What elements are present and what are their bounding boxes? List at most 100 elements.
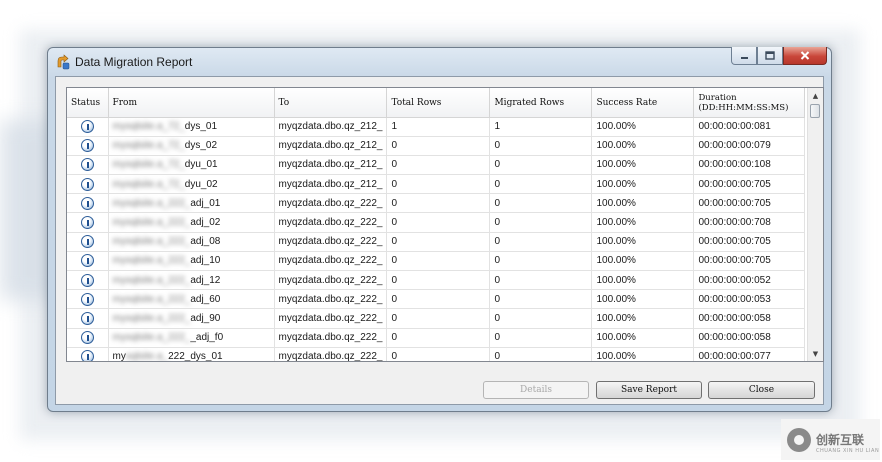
to-cell: myqzdata.dbo.qz_222_ [274,270,388,291]
from-redacted: mysqlsite.a_72_ [112,178,185,190]
title-bar[interactable]: Data Migration Report [48,47,831,76]
success-rate-cell: 100.00% [591,289,695,310]
table-row[interactable]: mysqlsite.a_72_dys_01 myqzdata.dbo.qz_212… [67,117,806,137]
table-row[interactable]: mysqlsite.a_222_adj_10 myqzdata.dbo.qz_22… [67,251,806,272]
info-icon [80,350,94,361]
from-cell: mysqlsite.a_72_dys_01 [108,117,275,137]
from-visible: adj_01 [190,197,221,209]
from-redacted: mysqlsite.a_72_ [112,121,185,133]
report-dialog: Data Migration Report Status From To Tot… [47,47,832,412]
results-body: mysqlsite.a_72_dys_01 myqzdata.dbo.qz_212… [67,117,806,362]
from-redacted: sqlsite.a_ [125,351,169,362]
table-row[interactable]: mysqlsite.a_222_adj_01 myqzdata.dbo.qz_22… [67,193,806,214]
to-cell: myqzdata.dbo.qz_222_ [274,232,388,252]
table-row[interactable]: mysqlsite.a_222_adj_60 myqzdata.dbo.qz_22… [67,289,806,310]
migrated-rows-cell: 0 [489,174,593,195]
info-icon [80,177,94,191]
to-cell: myqzdata.dbo.qz_212_ [274,155,388,176]
column-header-from[interactable]: From [108,88,275,118]
status-cell [67,193,109,214]
to-cell: myqzdata.dbo.qz_222_ [274,347,388,361]
from-cell: mysqlsite.a_222_adj_60 [108,289,275,310]
total-rows-cell: 0 [386,347,491,361]
table-row[interactable]: mysqlsite.a_222_adj_02 myqzdata.dbo.qz_22… [67,212,806,233]
to-cell: myqzdata.dbo.qz_222_ [274,289,388,310]
column-header-duration[interactable]: Duration (DD:HH:MM:SS:MS) [693,88,806,118]
status-cell [67,328,109,348]
migrated-rows-cell: 0 [489,212,593,233]
from-cell: mysqlsite.a_72_dyu_01 [108,155,275,176]
status-cell [67,136,109,156]
close-icon [800,51,810,60]
save-report-button[interactable]: Save Report [596,381,702,399]
table-row[interactable]: mysqlsite.a_222__adj_f0 myqzdata.dbo.qz_2… [67,328,806,348]
table-row[interactable]: mysqlsite.a_72_dyu_01 myqzdata.dbo.qz_212… [67,155,806,176]
column-header-to[interactable]: To [274,88,388,118]
duration-cell: 00:00:00:00:108 [693,155,806,176]
from-visible-prefix: my [112,351,126,362]
success-rate-cell: 100.00% [591,251,695,272]
table-row[interactable]: mysqlsite.a_222_adj_08 myqzdata.dbo.qz_22… [67,232,806,252]
status-cell [67,117,109,137]
table-row[interactable]: mysqlsite.a_222_adj_12 myqzdata.dbo.qz_22… [67,270,806,291]
total-rows-cell: 0 [386,308,491,329]
to-cell: myqzdata.dbo.qz_222_ [274,328,388,348]
total-rows-cell: 0 [386,174,491,195]
from-cell: mysqlsite.a_222_dys_01 [108,347,275,362]
duration-cell: 00:00:00:00:079 [693,136,806,156]
minimize-icon [740,56,748,59]
column-header-success-rate[interactable]: Success Rate [591,88,695,118]
from-visible: adj_02 [190,217,221,229]
from-redacted: mysqlsite.a_222_ [112,197,191,209]
minimize-button[interactable] [731,47,757,65]
migrated-rows-cell: 0 [489,155,593,176]
scroll-up-arrow-icon[interactable]: ▲ [808,88,823,103]
from-visible: adj_12 [190,274,221,286]
from-cell: mysqlsite.a_222_adj_90 [108,308,275,329]
status-cell [67,308,109,329]
status-cell [67,174,109,195]
total-rows-cell: 1 [386,117,491,137]
window-title: Data Migration Report [75,55,193,69]
duration-cell: 00:00:00:00:077 [693,347,806,361]
column-header-total-rows[interactable]: Total Rows [386,88,491,118]
migrated-rows-cell: 0 [489,347,593,361]
column-header-status[interactable]: Status [67,88,109,118]
from-visible: dyu_01 [184,159,218,171]
total-rows-cell: 0 [386,328,491,348]
scroll-thumb[interactable] [810,104,820,118]
info-icon [80,292,94,306]
table-row[interactable]: mysqlsite.a_222_adj_90 myqzdata.dbo.qz_22… [67,308,806,329]
status-cell [67,270,109,291]
details-button[interactable]: Details [483,381,589,399]
migrated-rows-cell: 0 [489,308,593,329]
table-row[interactable]: mysqlsite.a_222_dys_01 myqzdata.dbo.qz_22… [67,347,806,362]
from-cell: mysqlsite.a_222__adj_f0 [108,328,275,348]
table-row[interactable]: mysqlsite.a_72_dyu_02 myqzdata.dbo.qz_212… [67,174,806,195]
migration-results-grid[interactable]: Status From To Total Rows Migrated Rows … [66,87,824,362]
from-redacted: mysqlsite.a_222_ [112,236,191,248]
close-button[interactable]: Close [708,381,815,399]
from-cell: mysqlsite.a_222_adj_10 [108,251,275,272]
close-window-button[interactable] [783,47,827,65]
from-visible: dyu_02 [184,178,218,190]
success-rate-cell: 100.00% [591,328,695,348]
total-rows-cell: 0 [386,232,491,252]
scroll-down-arrow-icon[interactable]: ▼ [808,346,823,361]
to-cell: myqzdata.dbo.qz_222_ [274,193,388,214]
table-row[interactable]: mysqlsite.a_72_dys_02 myqzdata.dbo.qz_212… [67,136,806,156]
success-rate-cell: 100.00% [591,155,695,176]
maximize-button[interactable] [757,47,783,65]
duration-cell: 00:00:00:00:081 [693,117,806,137]
migrated-rows-cell: 0 [489,328,593,348]
to-cell: myqzdata.dbo.qz_222_ [274,308,388,329]
total-rows-cell: 0 [386,270,491,291]
vertical-scrollbar[interactable]: ▲ ▼ [807,88,823,361]
from-redacted: mysqlsite.a_222_ [112,255,191,267]
dialog-client-area: Status From To Total Rows Migrated Rows … [55,76,824,405]
info-icon [80,273,94,287]
info-icon [80,331,94,345]
column-header-migrated-rows[interactable]: Migrated Rows [489,88,593,118]
from-cell: mysqlsite.a_72_dyu_02 [108,174,275,195]
status-cell [67,232,109,252]
